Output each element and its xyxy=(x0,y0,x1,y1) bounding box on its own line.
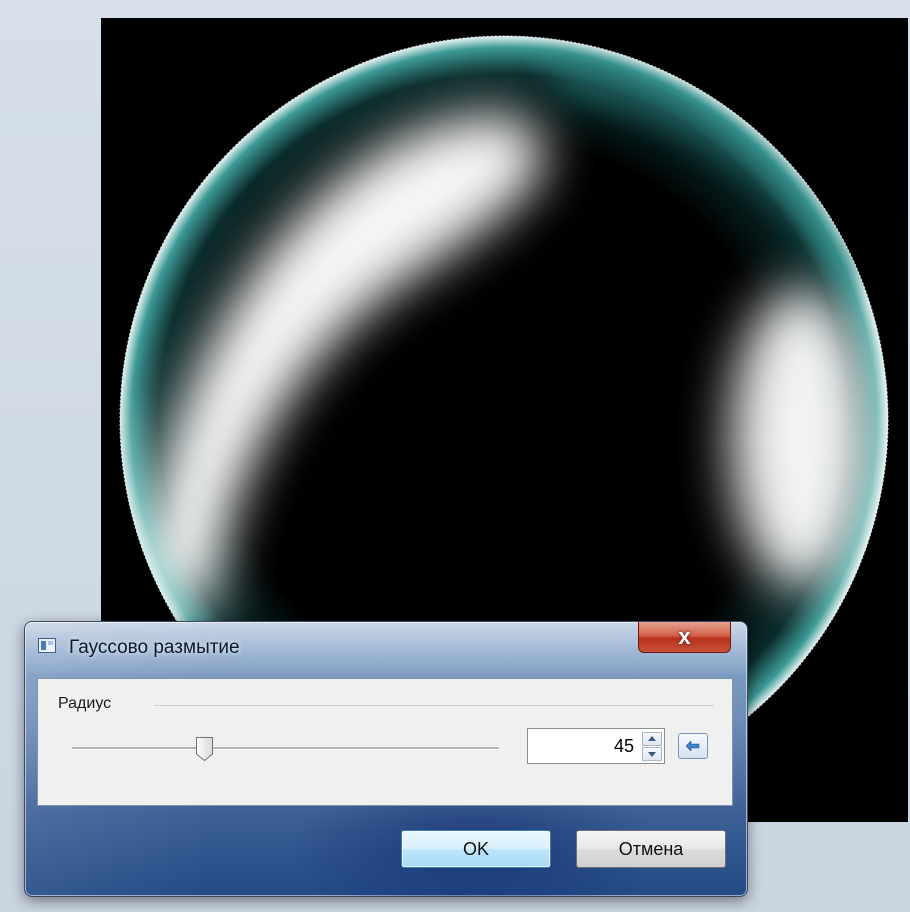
dialog-title: Гауссово размытие xyxy=(69,637,240,658)
chevron-up-icon xyxy=(648,736,656,741)
radius-value: 45 xyxy=(613,736,634,756)
chevron-down-icon xyxy=(648,752,656,757)
close-icon: x xyxy=(678,624,691,649)
gaussian-blur-dialog: Гауссово размытие x Радиус 45 OK Отмена xyxy=(24,621,748,897)
radius-slider-track[interactable] xyxy=(72,747,499,750)
cancel-button[interactable]: Отмена xyxy=(576,830,726,868)
spin-down-button[interactable] xyxy=(642,747,662,761)
window-app-icon xyxy=(38,638,56,653)
radius-value-field[interactable]: 45 xyxy=(527,728,665,764)
group-separator xyxy=(154,705,714,706)
radius-slider-thumb[interactable] xyxy=(195,736,214,762)
radius-label: Радиус xyxy=(58,695,112,712)
reset-button[interactable] xyxy=(678,733,708,759)
close-button[interactable]: x xyxy=(638,622,731,653)
spin-up-button[interactable] xyxy=(642,732,662,746)
ok-button[interactable]: OK xyxy=(401,830,551,868)
arrow-left-icon xyxy=(686,741,700,751)
dialog-content-panel: Радиус 45 xyxy=(37,678,733,806)
